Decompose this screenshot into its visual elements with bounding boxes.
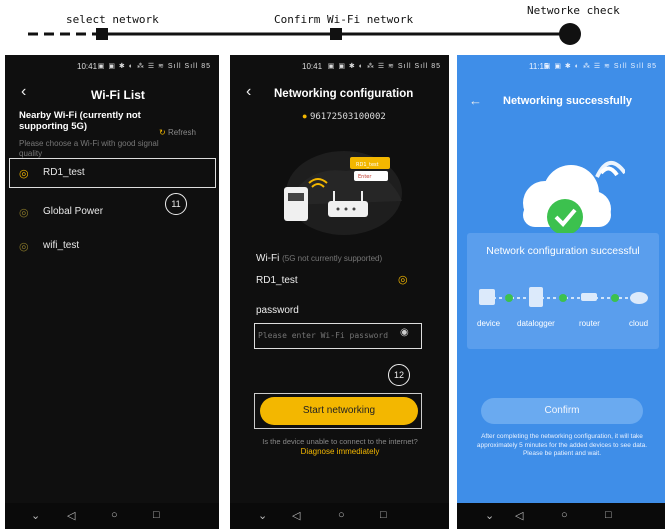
node-label-device: device — [477, 319, 501, 328]
status-time: 10:41 — [302, 62, 323, 71]
step-confirm-wifi: Confirm Wi-Fi network — [274, 13, 414, 26]
refresh-label: Refresh — [167, 128, 196, 137]
device-serial: ● 96172503100002 — [302, 111, 386, 122]
networking-success-screen: 11:15 ▣ ▣ ✱ ◐ ⁂ ☰ ≋ Sıll Sıll 85 ← Netwo… — [457, 55, 665, 529]
step-network-check: Networke check — [527, 4, 620, 17]
wifi-field-label: Wi-Fi (5G not currently supported) — [256, 253, 382, 264]
step-select-network: select network — [66, 13, 159, 26]
wifi-list-subtext: Please choose a Wi-Fi with good signal q… — [19, 139, 159, 158]
wait-note: After completing the networking configur… — [476, 433, 648, 457]
system-nav-bar: ⌄ ◁ ○ □ — [457, 503, 665, 529]
nav-back-icon[interactable]: ◁ — [67, 509, 75, 522]
serial-dot-icon: ● — [302, 111, 308, 121]
refresh-icon: ↻ — [159, 128, 166, 137]
popup-enter-text: Enter — [358, 174, 372, 180]
nav-menu-icon[interactable]: ⌄ — [258, 509, 267, 522]
page-title: Wi-Fi List — [91, 88, 145, 102]
wifi-network-name: Global Power — [43, 206, 104, 217]
wifi-signal-icon: ◎ — [398, 274, 408, 286]
status-icons: ▣ ▣ ✱ ◐ ⁂ ☰ ≋ Sıll Sıll 85 — [543, 63, 657, 70]
selected-network-highlight — [9, 158, 216, 188]
status-icons: ▣ ▣ ✱ ◐ ⁂ ☰ ≋ Sıll Sıll 85 — [327, 63, 441, 70]
wifi-icon: ◎ — [19, 241, 29, 253]
page-title: Networking configuration — [274, 88, 414, 100]
wifi-list-screen: 10:41 ▣ ▣ ✱ ◐ ⁂ ☰ ≋ Sıll Sıll 85 ‹ Wi-Fi… — [5, 55, 219, 529]
nav-recent-icon[interactable]: □ — [153, 509, 160, 521]
wifi-network-item[interactable]: ◎ Global Power — [5, 198, 219, 228]
help-text: Is the device unable to connect to the i… — [262, 437, 418, 446]
page-title: Networking successfully — [503, 95, 632, 107]
status-icons: ▣ ▣ ✱ ◐ ⁂ ☰ ≋ Sıll Sıll 85 — [97, 63, 211, 70]
network-path-card: Network configuration successful device … — [467, 233, 659, 349]
wifi-5g-note: (5G not currently supported) — [282, 254, 383, 263]
node-label-cloud: cloud — [629, 319, 649, 328]
wifi-icon: ◎ — [19, 207, 29, 219]
selected-ssid[interactable]: RD1_test — [256, 275, 298, 286]
system-nav-bar: ⌄ ◁ ○ □ — [230, 503, 449, 529]
node-label-router: router — [579, 319, 600, 328]
back-icon[interactable]: ‹ — [21, 83, 26, 101]
networking-config-screen: 10:41 ▣ ▣ ✱ ◐ ⁂ ☰ ≋ Sıll Sıll 85 ‹ Netwo… — [230, 55, 449, 529]
wifi-network-name: wifi_test — [43, 240, 80, 251]
password-input[interactable] — [256, 326, 398, 344]
system-nav-bar: ⌄ ◁ ○ □ — [5, 503, 219, 529]
diagnose-link[interactable]: Diagnose immediately — [240, 447, 440, 456]
back-arrow-icon[interactable]: ← — [469, 93, 482, 108]
nav-back-icon[interactable]: ◁ — [515, 509, 523, 522]
status-bar: 11:15 ▣ ▣ ✱ ◐ ⁂ ☰ ≋ Sıll Sıll 85 — [457, 61, 665, 75]
popup-ssid-text: RD1_test — [356, 162, 379, 168]
status-bar: 10:41 ▣ ▣ ✱ ◐ ⁂ ☰ ≋ Sıll Sıll 85 — [230, 61, 449, 75]
nav-home-icon[interactable]: ○ — [338, 509, 345, 521]
start-networking-button[interactable]: Start networking — [260, 397, 418, 425]
nav-recent-icon[interactable]: □ — [380, 509, 387, 521]
nav-back-icon[interactable]: ◁ — [292, 509, 300, 522]
show-password-icon[interactable]: ◉ — [400, 327, 409, 338]
wifi-network-item[interactable]: ◎ wifi_test — [5, 232, 219, 262]
refresh-button[interactable]: ↻ Refresh — [159, 128, 196, 137]
network-path-diagram — [479, 287, 648, 307]
status-time: 10:41 — [77, 62, 98, 71]
wifi-list-heading: Nearby Wi-Fi (currently not supporting 5… — [19, 110, 141, 132]
password-label: password — [256, 305, 299, 316]
nav-menu-icon[interactable]: ⌄ — [31, 509, 40, 522]
step-callout: 12 — [388, 364, 410, 386]
wifi-label: Wi-Fi — [256, 253, 280, 264]
device-router-illustration: RD1_test Enter — [284, 151, 402, 235]
back-icon[interactable]: ‹ — [246, 83, 251, 101]
node-label-datalogger: datalogger — [517, 319, 555, 328]
nav-home-icon[interactable]: ○ — [111, 509, 118, 521]
success-message: Network configuration successful — [486, 245, 640, 257]
status-bar: 10:41 ▣ ▣ ✱ ◐ ⁂ ☰ ≋ Sıll Sıll 85 — [5, 61, 219, 75]
cloud-success-icon — [523, 161, 625, 235]
nav-menu-icon[interactable]: ⌄ — [485, 509, 494, 522]
serial-number: 96172503100002 — [309, 112, 386, 122]
confirm-button[interactable]: Confirm — [481, 398, 643, 424]
nav-recent-icon[interactable]: □ — [605, 509, 612, 521]
nav-home-icon[interactable]: ○ — [561, 509, 568, 521]
